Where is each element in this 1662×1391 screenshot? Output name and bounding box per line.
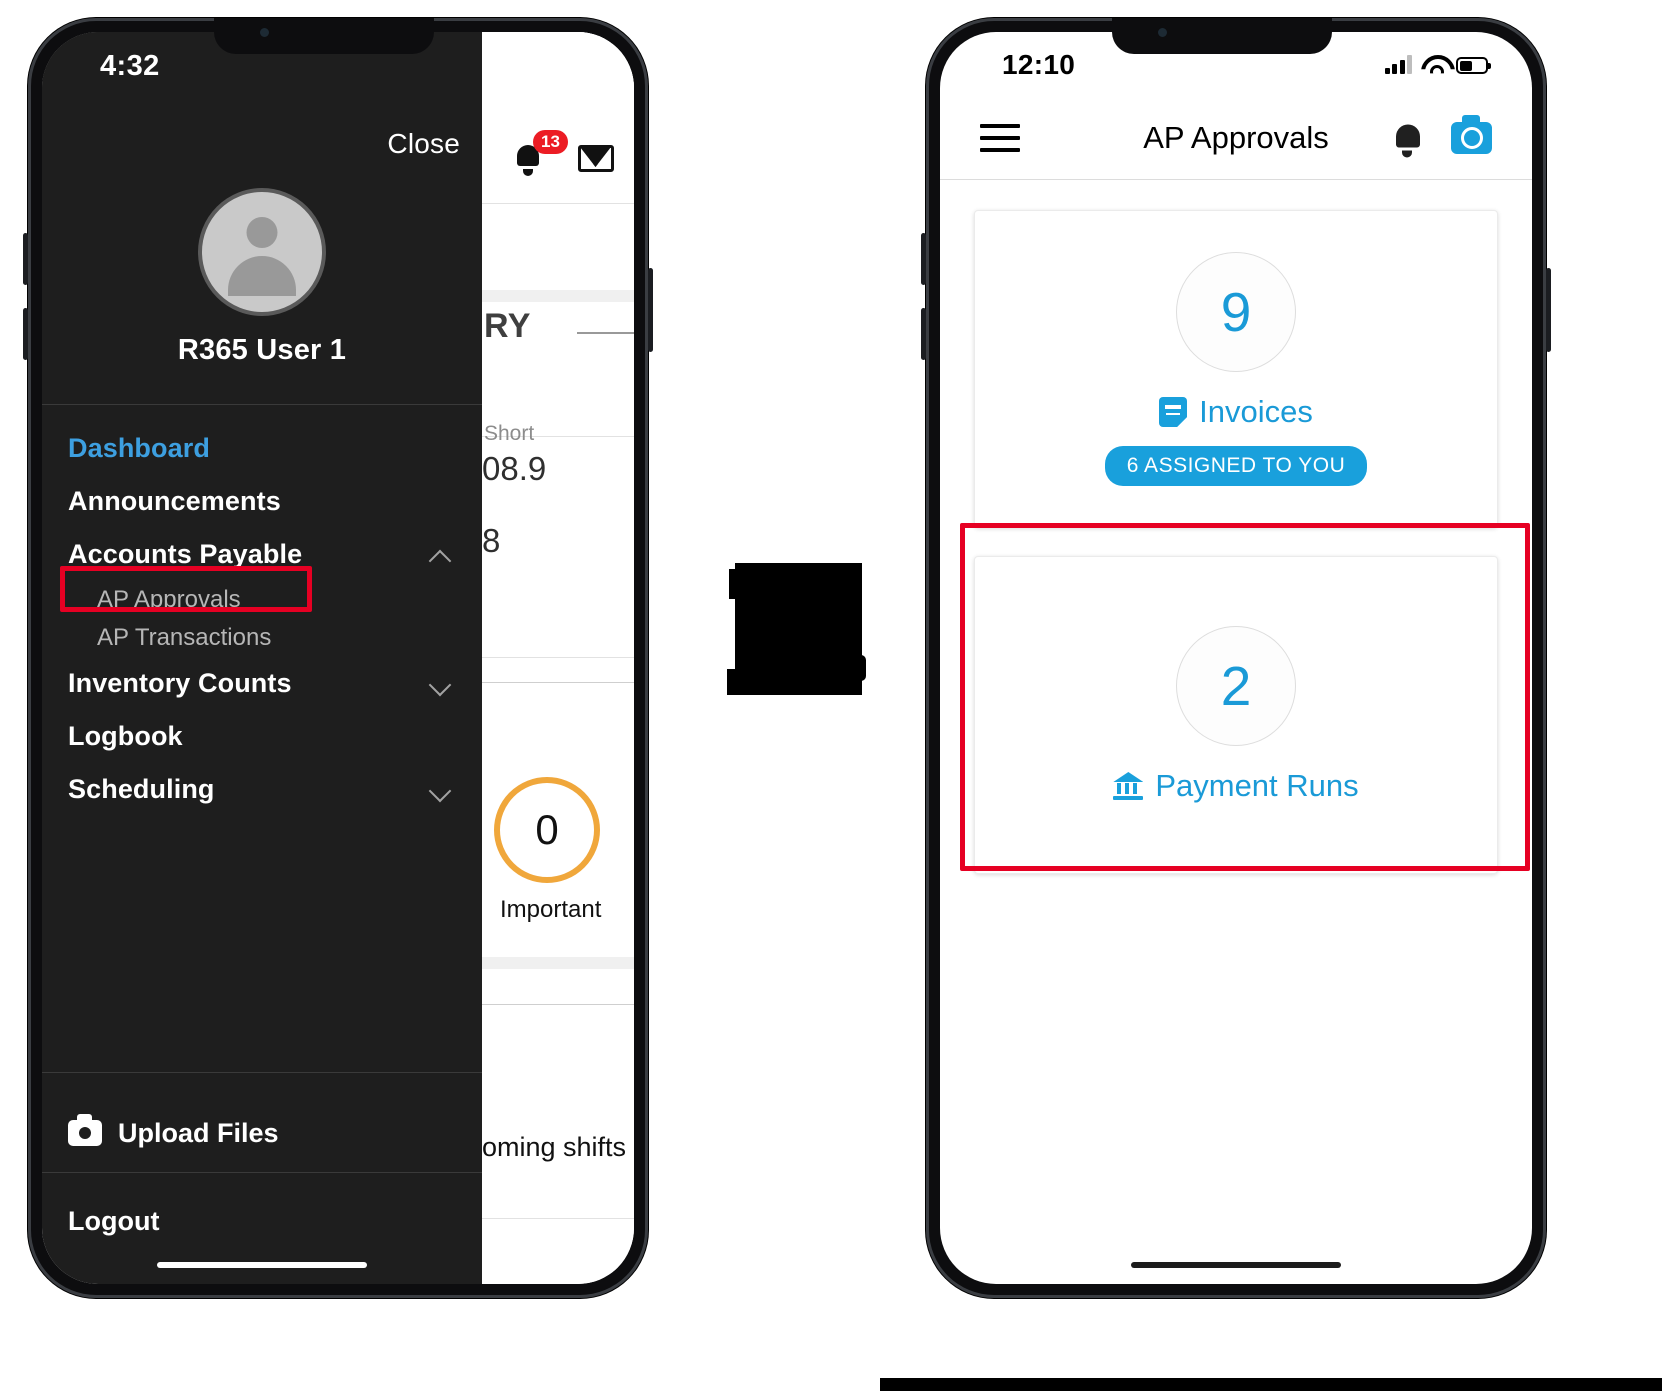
invoices-count: 9 — [1220, 280, 1252, 343]
home-indicator — [1131, 1262, 1341, 1268]
screenshot-stage: 13 RY Short 08.9 8 0 Important oming shi… — [0, 0, 1662, 1391]
right-phone-device: 12:10 AP Approvals 9 Invoices 6 ASSIGNED… — [921, 18, 1551, 1298]
card-invoices[interactable]: 9 Invoices 6 ASSIGNED TO YOU — [974, 210, 1498, 528]
cellular-signal-icon — [1384, 54, 1412, 74]
divider — [482, 657, 634, 658]
drawer-divider — [42, 1072, 482, 1073]
background-dashboard: 13 RY Short 08.9 8 0 Important oming shi… — [482, 32, 634, 1284]
invoice-document-icon — [1159, 397, 1188, 427]
sidebar-item-scheduling[interactable]: Scheduling — [42, 763, 482, 816]
sidebar-item-logbook[interactable]: Logbook — [42, 710, 482, 763]
card-payment-runs[interactable]: 2 Payment Runs — [974, 556, 1498, 874]
volume-up-button[interactable] — [921, 233, 926, 285]
front-camera-icon — [1158, 28, 1167, 37]
drawer-divider — [42, 404, 482, 405]
assigned-to-you-badge: 6 ASSIGNED TO YOU — [1104, 446, 1368, 486]
bottom-black-strip — [880, 1378, 1662, 1391]
black-arrow-block — [727, 563, 862, 695]
wifi-icon — [1421, 54, 1447, 74]
sidebar-subitem-label: AP Approvals — [97, 586, 241, 613]
sidebar-item-label: Announcements — [68, 486, 281, 516]
invoices-label-row: Invoices — [1159, 394, 1313, 430]
notification-bell-wrapper[interactable]: 13 — [515, 130, 568, 176]
dashboard-partial-shifts-text: oming shifts — [482, 1132, 627, 1162]
envelope-icon[interactable] — [578, 145, 614, 172]
upload-files-label: Upload Files — [118, 1117, 279, 1148]
black-arrow-nub — [856, 655, 866, 681]
payment-runs-count-circle: 2 — [1176, 626, 1296, 746]
divider — [482, 1004, 634, 1005]
drawer-profile[interactable]: R365 User 1 — [42, 188, 482, 367]
volume-up-button[interactable] — [23, 233, 28, 285]
person-icon — [198, 188, 326, 316]
sidebar-item-label: Inventory Counts — [68, 668, 292, 698]
important-count-value: 0 — [535, 806, 559, 853]
front-camera-icon — [260, 28, 269, 37]
sidebar-item-ap-transactions[interactable]: AP Transactions — [42, 619, 482, 657]
chevron-down-icon — [430, 673, 452, 695]
payment-runs-label-row: Payment Runs — [1113, 768, 1359, 804]
status-bar-time: 12:10 — [1002, 49, 1076, 80]
upload-files-button[interactable]: Upload Files — [42, 1094, 482, 1172]
invoices-count-circle: 9 — [1176, 252, 1296, 372]
left-phone-screen: 13 RY Short 08.9 8 0 Important oming shi… — [42, 32, 634, 1284]
dashboard-topbar: 13 — [482, 32, 634, 202]
power-button[interactable] — [648, 268, 653, 352]
invoices-label: Invoices — [1199, 394, 1313, 429]
left-phone-device: 13 RY Short 08.9 8 0 Important oming shi… — [23, 18, 653, 1298]
page-title: AP Approvals — [1143, 119, 1329, 155]
right-phone-screen: 12:10 AP Approvals 9 Invoices 6 ASSIGNED… — [940, 32, 1532, 1284]
drawer-nav-list: Dashboard Announcements Accounts Payable… — [42, 422, 482, 816]
device-notch — [214, 18, 434, 54]
bell-icon — [1394, 123, 1422, 157]
divider — [482, 1218, 634, 1219]
notification-badge: 13 — [533, 130, 568, 154]
battery-icon — [1456, 57, 1491, 74]
important-label: Important — [500, 896, 602, 923]
app-bar: AP Approvals — [940, 96, 1532, 180]
section-strip — [482, 957, 634, 969]
sidebar-subitem-label: AP Transactions — [97, 624, 272, 651]
status-bar-icons — [1384, 54, 1491, 74]
notification-bell-button[interactable] — [1394, 123, 1422, 157]
dashboard-partial-value-1: 08.9 — [482, 450, 547, 487]
important-count-ring: 0 — [494, 777, 600, 883]
chevron-up-icon — [430, 544, 452, 566]
bank-building-icon — [1113, 772, 1144, 800]
profile-name: R365 User 1 — [177, 334, 347, 366]
dashboard-partial-heading: RY — [484, 307, 531, 345]
device-notch — [1112, 18, 1332, 54]
divider — [482, 203, 634, 204]
sidebar-item-label: Dashboard — [68, 433, 210, 463]
drawer-divider — [42, 1172, 482, 1173]
power-button[interactable] — [1546, 268, 1551, 352]
camera-icon[interactable] — [1451, 114, 1492, 154]
payment-runs-label: Payment Runs — [1155, 768, 1359, 803]
logout-label: Logout — [68, 1205, 160, 1236]
sidebar-item-announcements[interactable]: Announcements — [42, 475, 482, 528]
dashboard-partial-value-2: 8 — [482, 522, 501, 559]
payment-runs-count: 2 — [1220, 654, 1252, 717]
heading-rule — [577, 332, 634, 334]
status-bar-time: 4:32 — [100, 50, 160, 82]
home-indicator — [157, 1262, 367, 1268]
section-strip — [482, 290, 634, 302]
volume-down-button[interactable] — [921, 308, 926, 360]
camera-icon — [68, 1114, 102, 1146]
sidebar-item-label: Scheduling — [68, 774, 215, 804]
sidebar-item-ap-approvals[interactable]: AP Approvals — [42, 581, 482, 619]
navigation-drawer: 4:32 Close R365 User 1 Dashboard Announc… — [42, 32, 482, 1284]
chevron-down-icon — [430, 779, 452, 801]
sidebar-item-label: Logbook — [68, 721, 183, 751]
logout-button[interactable]: Logout — [42, 1182, 482, 1260]
close-drawer-button[interactable]: Close — [387, 128, 460, 160]
volume-down-button[interactable] — [23, 308, 28, 360]
sidebar-item-inventory-counts[interactable]: Inventory Counts — [42, 657, 482, 710]
dashboard-partial-short-label: Short — [484, 422, 535, 445]
sidebar-item-accounts-payable[interactable]: Accounts Payable — [42, 528, 482, 581]
sidebar-item-label: Accounts Payable — [68, 539, 303, 569]
divider — [482, 682, 634, 683]
sidebar-item-dashboard[interactable]: Dashboard — [42, 422, 482, 475]
